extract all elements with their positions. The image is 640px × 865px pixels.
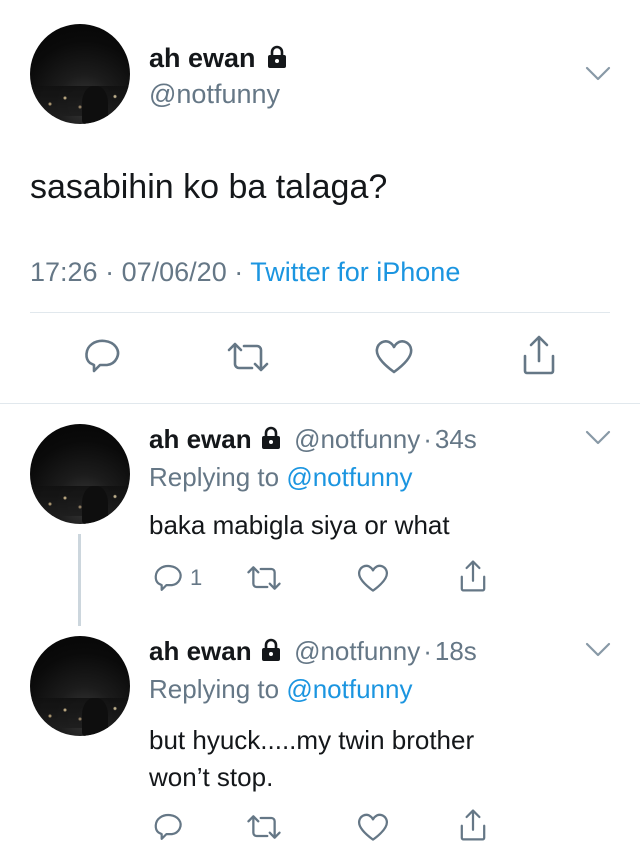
heart-icon[interactable]: [356, 563, 390, 594]
replying-prefix: Replying to: [149, 462, 280, 492]
separator: ·: [105, 257, 115, 287]
handle[interactable]: @notfunny: [294, 636, 420, 666]
reply-icon[interactable]: [152, 812, 184, 842]
tweet-date: 07/06/20: [121, 257, 227, 287]
author-row: ah ewan @notfunny · 34s: [149, 424, 477, 455]
tweet-text: sasabihin ko ba talaga?: [30, 168, 388, 206]
chevron-down-icon[interactable]: [585, 66, 611, 82]
retweet-icon[interactable]: [246, 564, 282, 592]
display-name[interactable]: ah ewan: [149, 43, 256, 73]
lock-icon: [261, 426, 280, 450]
heart-icon[interactable]: [356, 812, 390, 843]
section-divider: [0, 403, 640, 404]
tweet-age: 18s: [434, 636, 477, 666]
separator: ·: [234, 257, 244, 287]
chevron-down-icon[interactable]: [585, 642, 611, 658]
tweet-meta: 17:26 · 07/06/20 · Twitter for iPhone: [30, 256, 460, 288]
avatar[interactable]: [30, 424, 130, 524]
handle[interactable]: @notfunny: [294, 424, 420, 454]
heart-icon[interactable]: [373, 338, 415, 376]
replying-to-link[interactable]: @notfunny: [286, 462, 412, 492]
avatar[interactable]: [30, 636, 130, 736]
divider: [30, 312, 610, 313]
chevron-down-icon[interactable]: [585, 430, 611, 446]
author-row: ah ewan @notfunny · 18s: [149, 636, 477, 667]
display-name[interactable]: ah ewan: [149, 636, 252, 666]
share-icon[interactable]: [519, 334, 559, 376]
reply-text: but hyuck.....my twin brother won’t stop…: [149, 722, 474, 796]
lock-icon: [261, 638, 280, 662]
separator: ·: [423, 636, 432, 666]
thread-line: [78, 534, 81, 626]
reply-text-line: but hyuck.....my twin brother: [149, 725, 475, 755]
reply-count: 1: [190, 565, 203, 590]
retweet-icon[interactable]: [226, 340, 270, 374]
tweet-source-link[interactable]: Twitter for iPhone: [250, 257, 460, 287]
tweet-time: 17:26: [30, 257, 98, 287]
reply-text-line: won’t stop.: [149, 762, 274, 792]
display-name[interactable]: ah ewan: [149, 424, 252, 454]
reply-text: baka mabigla siya or what: [149, 510, 450, 540]
replying-to: Replying to @notfunny: [149, 462, 412, 493]
share-icon[interactable]: [457, 559, 489, 593]
handle[interactable]: @notfunny: [149, 78, 280, 110]
share-icon[interactable]: [457, 808, 489, 842]
reply-icon[interactable]: [82, 337, 122, 375]
replying-prefix: Replying to: [149, 674, 280, 704]
tweet-age: 34s: [434, 424, 477, 454]
retweet-icon[interactable]: [246, 813, 282, 841]
separator: ·: [423, 424, 432, 454]
author-row: ah ewan: [149, 42, 287, 74]
replying-to-link[interactable]: @notfunny: [286, 674, 412, 704]
lock-icon: [268, 45, 287, 68]
reply-icon[interactable]: [152, 563, 184, 593]
replying-to: Replying to @notfunny: [149, 674, 412, 705]
avatar[interactable]: [30, 24, 130, 124]
